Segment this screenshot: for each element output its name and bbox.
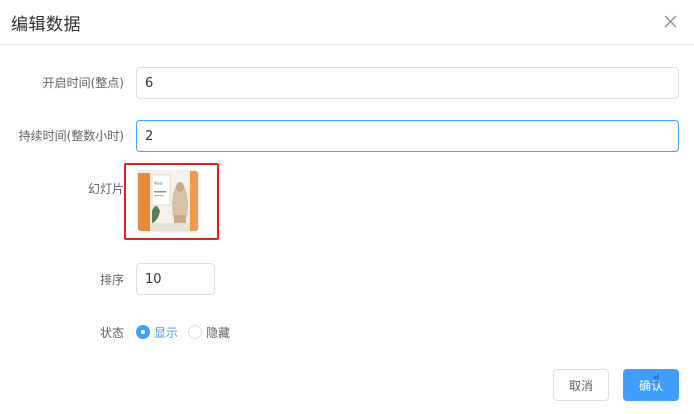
start-time-input[interactable] <box>136 67 679 99</box>
slide-highlight-frame: ᴷᵉⁿ <box>124 163 219 240</box>
cancel-button[interactable]: 取消 <box>553 369 609 401</box>
duration-label: 持续时间(整数小时) <box>18 129 124 143</box>
close-icon[interactable] <box>661 12 681 32</box>
sort-input[interactable] <box>136 263 215 295</box>
radio-hide-label: 隐藏 <box>206 325 231 340</box>
svg-text:ᴷᵉⁿ: ᴷᵉⁿ <box>154 181 163 189</box>
slide-thumbnail-image[interactable]: ᴷᵉⁿ <box>138 171 198 231</box>
duration-input[interactable] <box>136 120 679 152</box>
radio-hide-circle[interactable] <box>188 325 202 339</box>
start-time-label: 开启时间(整点) <box>42 76 124 90</box>
dialog-title: 编辑数据 <box>11 15 81 35</box>
confirm-button[interactable]: 确认 <box>623 369 679 401</box>
radio-show-circle[interactable] <box>136 325 150 339</box>
radio-hide[interactable]: 隐藏 <box>188 323 230 341</box>
radio-show-label: 显示 <box>154 325 179 340</box>
sort-label: 排序 <box>99 273 124 287</box>
status-label: 状态 <box>99 326 124 340</box>
dialog-header: 编辑数据 <box>0 0 694 45</box>
slide-label: 幻灯片 <box>87 182 124 196</box>
radio-show[interactable]: 显示 <box>136 323 178 341</box>
